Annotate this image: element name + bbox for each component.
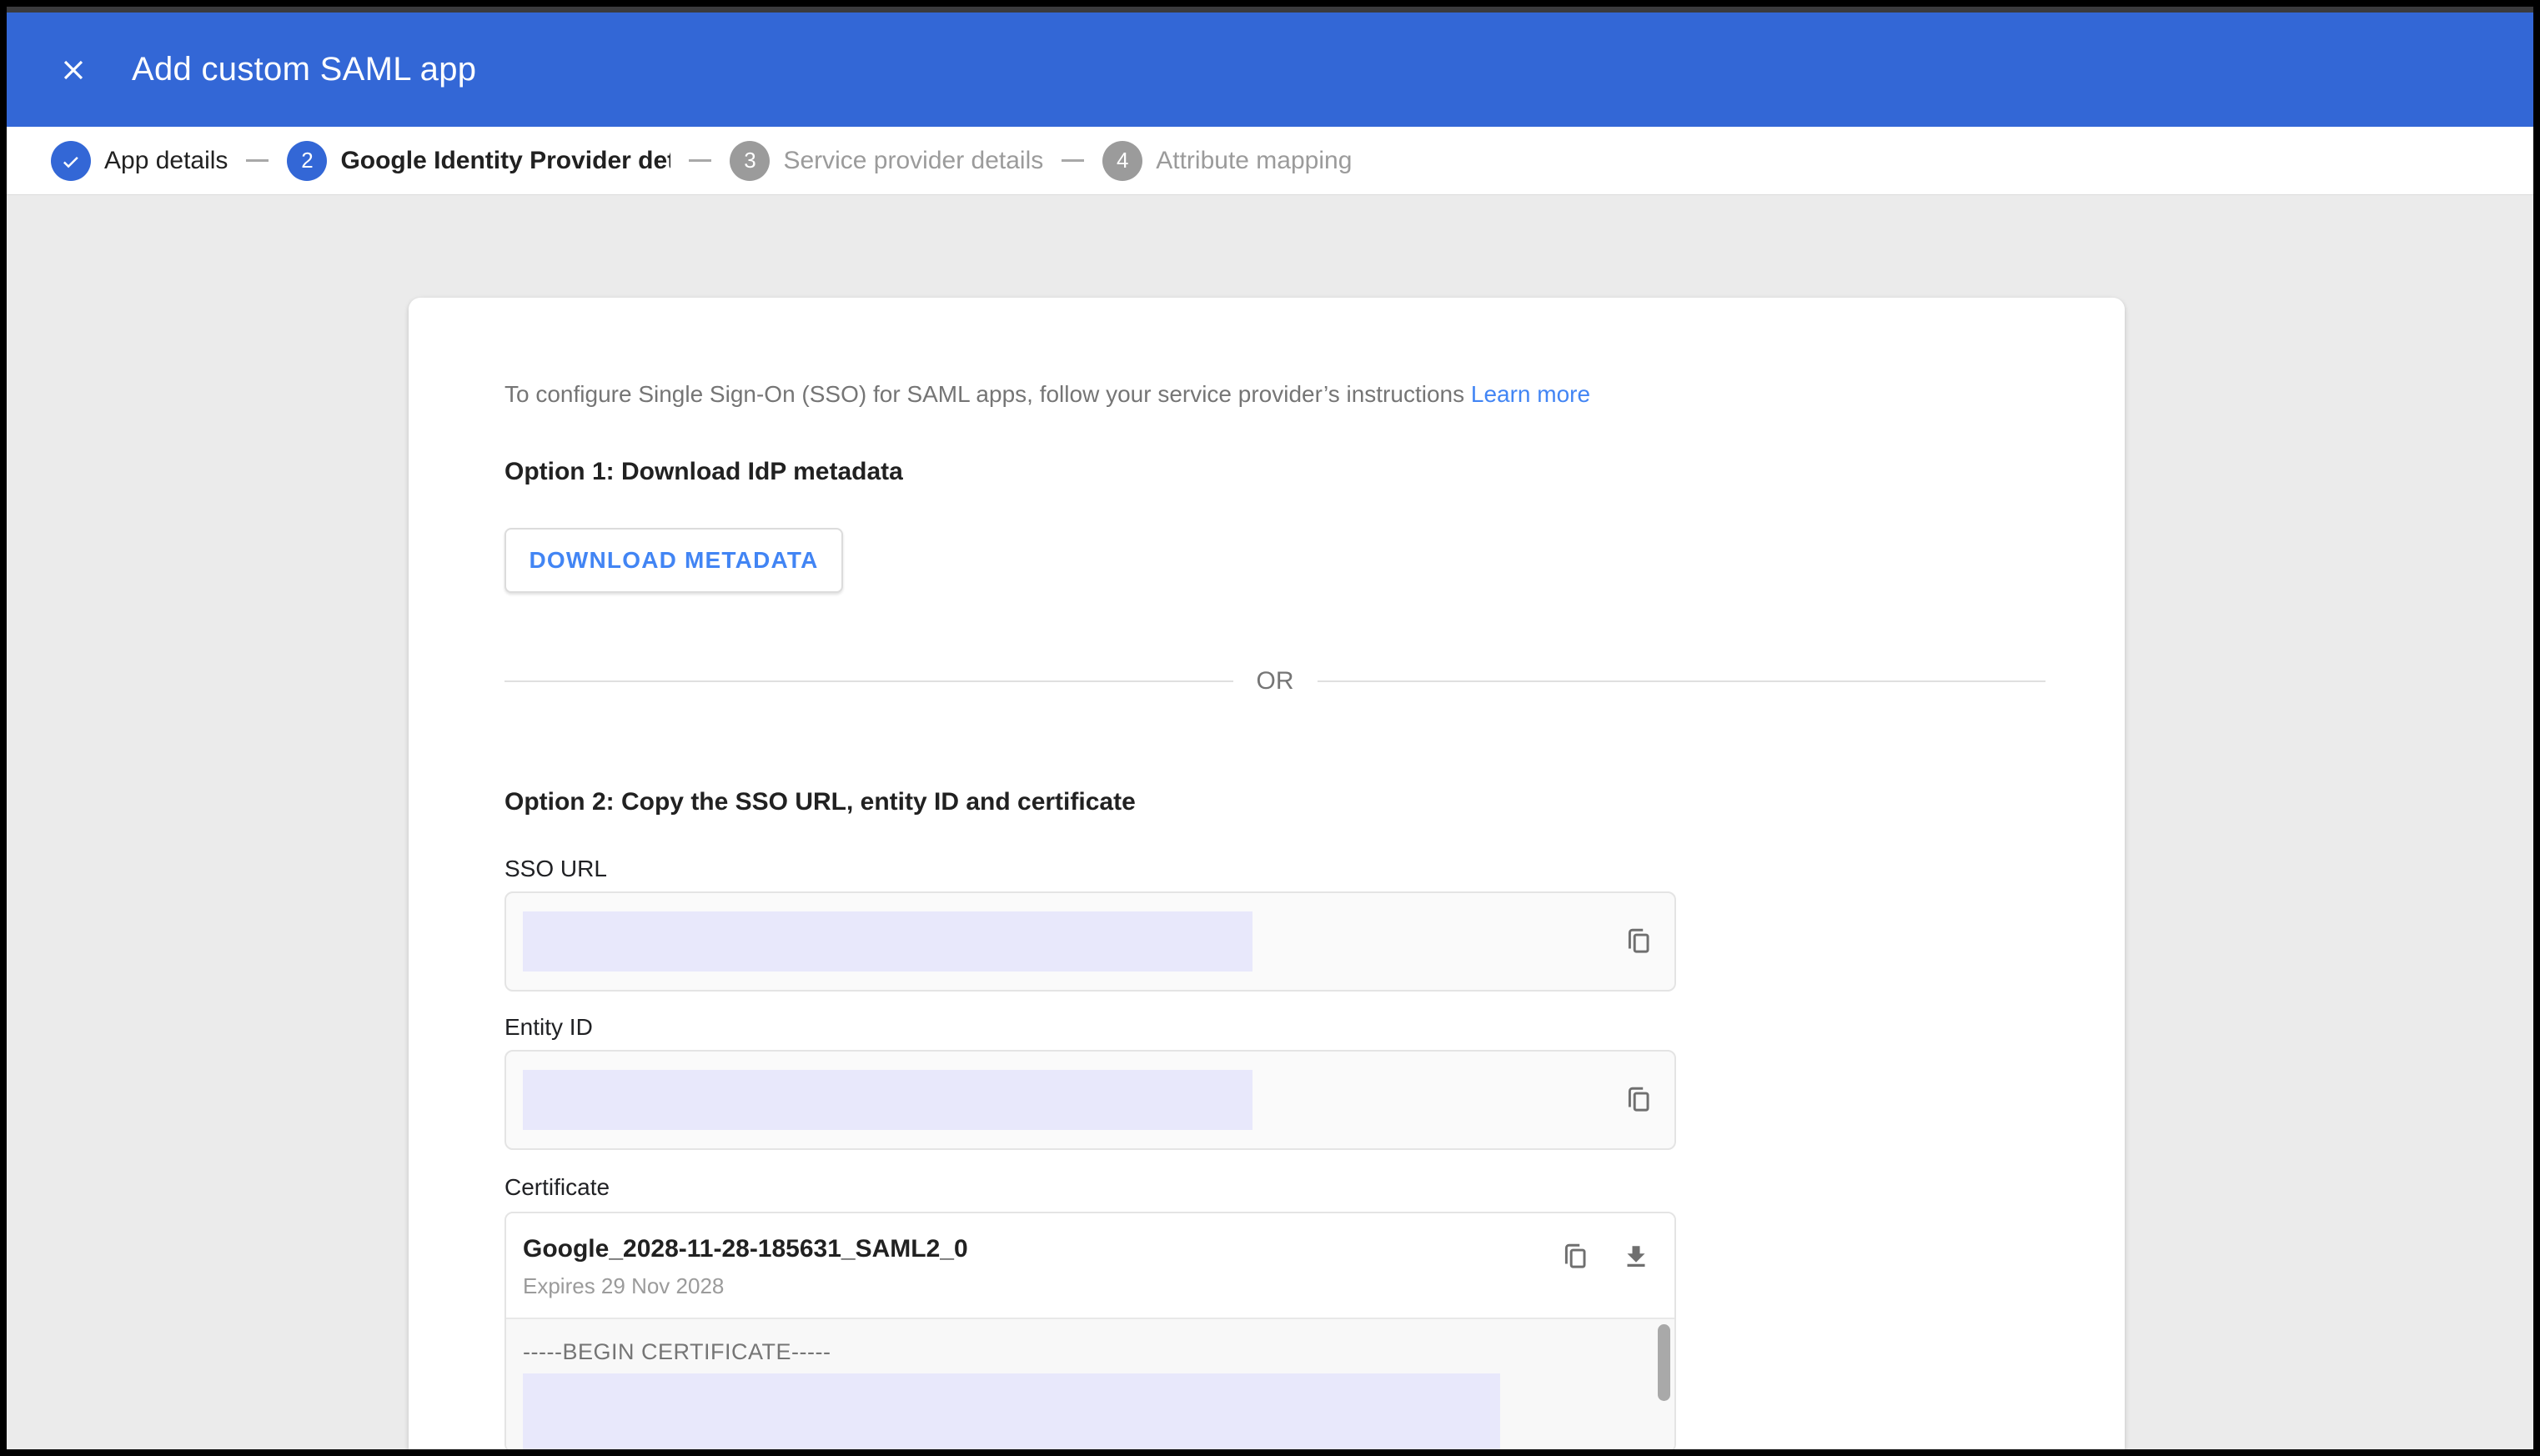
certificate-name: Google_2028-11-28-185631_SAML2_0 bbox=[523, 1235, 968, 1263]
download-icon bbox=[1621, 1242, 1651, 1272]
copy-icon bbox=[1624, 1084, 1655, 1116]
entity-id-label: Entity ID bbox=[504, 1012, 2046, 1043]
certificate-meta: Google_2028-11-28-185631_SAML2_0 Expires… bbox=[523, 1235, 968, 1299]
step-label-app-details: App details bbox=[104, 147, 228, 175]
or-divider: OR bbox=[504, 665, 2046, 698]
step-label-attribute-mapping: Attribute mapping bbox=[1156, 147, 1352, 175]
stepper: App details 2 Google Identity Provider d… bbox=[7, 127, 2533, 195]
certificate-actions bbox=[1558, 1238, 1654, 1275]
certificate-body: -----BEGIN CERTIFICATE----- bbox=[506, 1318, 1674, 1449]
step-4-circle: 4 bbox=[1102, 141, 1142, 181]
step-connector bbox=[246, 159, 269, 162]
dialog-title: Add custom SAML app bbox=[132, 51, 476, 88]
step-2-circle: 2 bbox=[287, 141, 327, 181]
step-connector bbox=[689, 159, 711, 162]
idp-details-card: To configure Single Sign-On (SSO) for SA… bbox=[409, 298, 2125, 1449]
certificate-redacted-content bbox=[523, 1373, 1500, 1449]
download-certificate-button[interactable] bbox=[1618, 1238, 1654, 1275]
close-button[interactable] bbox=[53, 50, 93, 90]
copy-entity-id-button[interactable] bbox=[1621, 1082, 1658, 1118]
step-3-circle: 3 bbox=[730, 141, 770, 181]
copy-icon bbox=[1560, 1241, 1592, 1273]
divider-line bbox=[504, 680, 1233, 682]
copy-certificate-button[interactable] bbox=[1558, 1238, 1594, 1275]
stepper-step-attribute-mapping[interactable]: 4 Attribute mapping bbox=[1102, 141, 1352, 181]
content-area: To configure Single Sign-On (SSO) for SA… bbox=[7, 195, 2533, 1449]
certificate-header: Google_2028-11-28-185631_SAML2_0 Expires… bbox=[506, 1213, 1674, 1318]
certificate-begin-line: -----BEGIN CERTIFICATE----- bbox=[523, 1339, 1674, 1365]
certificate-box: Google_2028-11-28-185631_SAML2_0 Expires… bbox=[504, 1212, 1676, 1449]
sso-url-label: SSO URL bbox=[504, 853, 2046, 885]
certificate-label: Certificate bbox=[504, 1172, 2046, 1203]
copy-icon bbox=[1624, 926, 1655, 957]
learn-more-link[interactable]: Learn more bbox=[1471, 381, 1590, 407]
add-custom-saml-app-dialog: Add custom SAML app App details 2 Google… bbox=[0, 0, 2540, 1456]
stepper-step-service-provider-details[interactable]: 3 Service provider details bbox=[730, 141, 1043, 181]
sso-url-field bbox=[504, 891, 1676, 992]
step-connector bbox=[1062, 159, 1084, 162]
step-label-service-provider-details: Service provider details bbox=[783, 147, 1043, 175]
stepper-step-app-details[interactable]: App details bbox=[51, 141, 228, 181]
divider-label: OR bbox=[1257, 667, 1294, 695]
window-edge bbox=[7, 7, 2533, 13]
intro-text: To configure Single Sign-On (SSO) for SA… bbox=[504, 378, 2046, 411]
certificate-expiry: Expires 29 Nov 2028 bbox=[523, 1273, 968, 1299]
stepper-step-google-idp-details[interactable]: 2 Google Identity Provider details bbox=[287, 141, 670, 181]
entity-id-redacted-value bbox=[523, 1070, 1252, 1130]
dialog-header: Add custom SAML app bbox=[7, 13, 2533, 127]
option1-heading: Option 1: Download IdP metadata bbox=[504, 454, 2046, 490]
option2-heading: Option 2: Copy the SSO URL, entity ID an… bbox=[504, 785, 2046, 820]
sso-url-redacted-value bbox=[523, 911, 1252, 972]
copy-sso-url-button[interactable] bbox=[1621, 923, 1658, 960]
check-icon bbox=[59, 149, 83, 173]
divider-line bbox=[1318, 680, 2046, 682]
certificate-scrollbar-thumb[interactable] bbox=[1658, 1324, 1670, 1401]
entity-id-field bbox=[504, 1050, 1676, 1150]
step-completed-circle bbox=[51, 141, 91, 181]
step-label-google-idp-details: Google Identity Provider details bbox=[340, 147, 670, 175]
download-metadata-button[interactable]: DOWNLOAD METADATA bbox=[504, 528, 843, 593]
intro-text-body: To configure Single Sign-On (SSO) for SA… bbox=[504, 381, 1464, 407]
close-icon bbox=[58, 54, 89, 86]
